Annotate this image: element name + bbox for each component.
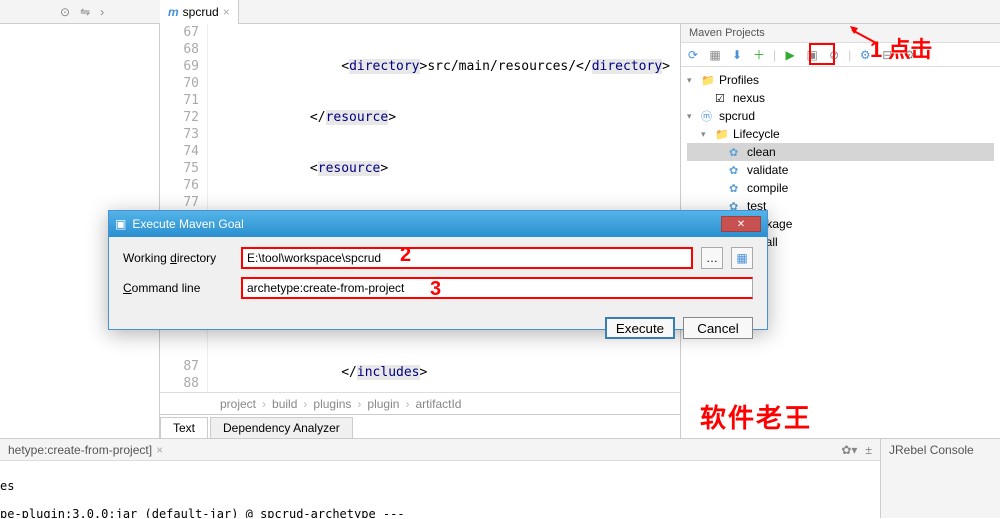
- lifecycle-validate[interactable]: ✿validate: [687, 161, 994, 179]
- dialog-title: Execute Maven Goal: [132, 217, 243, 231]
- dialog-close-button[interactable]: ✕: [721, 216, 761, 232]
- maven-panel-title: Maven Projects: [681, 24, 1000, 43]
- tab-close-icon[interactable]: ×: [223, 5, 230, 19]
- console-pin-icon[interactable]: ±: [865, 443, 872, 457]
- settings-icon[interactable]: ⚙: [901, 47, 917, 63]
- tab-close-icon[interactable]: ×: [156, 443, 163, 457]
- module-button[interactable]: ▦: [731, 247, 753, 269]
- download-icon[interactable]: ⬇: [729, 47, 745, 63]
- lifecycle-clean[interactable]: ✿clean: [687, 143, 994, 161]
- cancel-button[interactable]: Cancel: [683, 317, 753, 339]
- maven-file-icon: m: [168, 5, 179, 19]
- collapse-icon[interactable]: ⊟: [879, 47, 895, 63]
- working-dir-label: Working directory: [123, 251, 233, 265]
- back-icon[interactable]: ⊙: [60, 5, 70, 19]
- dialog-icon: ▣: [115, 217, 126, 231]
- command-line-input[interactable]: [241, 277, 753, 299]
- tab-text[interactable]: Text: [160, 417, 208, 438]
- chevron-icon[interactable]: ›: [100, 5, 104, 19]
- working-dir-input[interactable]: [241, 247, 693, 269]
- command-line-label: Command line: [123, 281, 233, 295]
- show-deps-icon[interactable]: ⚙: [857, 47, 873, 63]
- annotation-highlight-1: [809, 43, 835, 65]
- jrebel-console-tab[interactable]: JRebel Console: [880, 439, 1000, 518]
- maven-toolbar: ⟳ ▦ ⬇ ＋ | ▶ ▣ ⊘ | ⚙ ⊟ ⚙: [681, 43, 1000, 67]
- forward-icon[interactable]: ⇋: [80, 5, 90, 19]
- lifecycle-compile[interactable]: ✿compile: [687, 179, 994, 197]
- console-settings-icon[interactable]: ✿▾: [841, 443, 857, 457]
- execute-maven-goal-dialog: ▣ Execute Maven Goal ✕ Working directory…: [108, 210, 768, 330]
- breadcrumb[interactable]: project› build› plugins› plugin› artifac…: [160, 392, 680, 414]
- run-icon[interactable]: ▶: [782, 47, 798, 63]
- tab-filename: spcrud: [183, 5, 219, 19]
- refresh-icon[interactable]: ⟳: [685, 47, 701, 63]
- generate-sources-icon[interactable]: ▦: [707, 47, 723, 63]
- tab-dependency-analyzer[interactable]: Dependency Analyzer: [210, 417, 353, 438]
- console-tab[interactable]: hetype:create-from-project]×: [8, 443, 163, 457]
- editor-tab-spcrud[interactable]: m spcrud ×: [160, 0, 239, 24]
- console-output[interactable]: es pe-plugin:3.0.0:jar (default-jar) @ s…: [0, 461, 880, 518]
- execute-button[interactable]: Execute: [605, 317, 675, 339]
- browse-button[interactable]: …: [701, 247, 723, 269]
- add-icon[interactable]: ＋: [751, 47, 767, 63]
